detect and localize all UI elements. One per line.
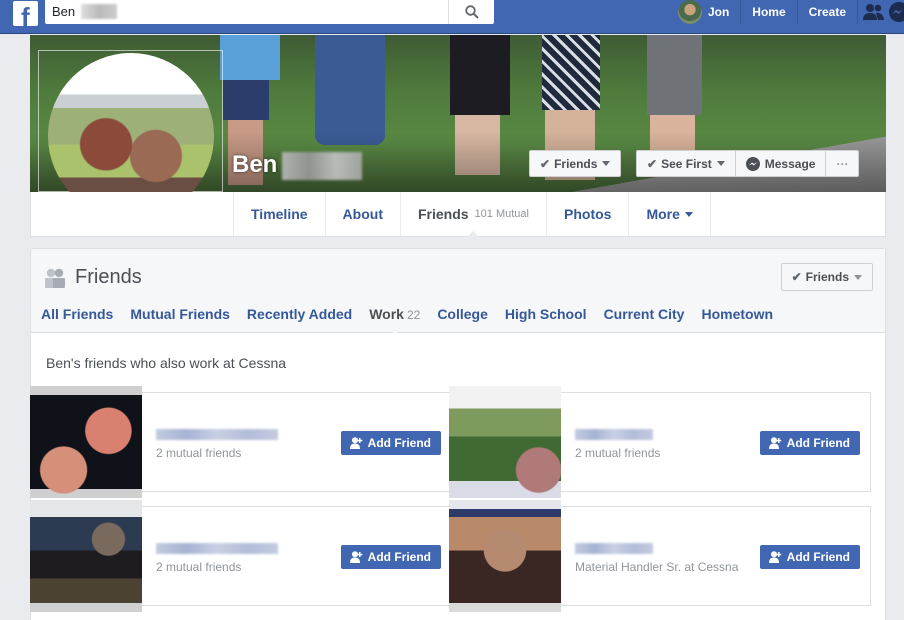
friend-subtitle: Material Handler Sr. at Cessna — [575, 560, 739, 574]
subtab-hometown[interactable]: Hometown — [701, 306, 773, 322]
cover-figure — [315, 35, 385, 145]
facebook-logo[interactable]: f — [13, 1, 38, 26]
caret-down-icon — [602, 161, 611, 166]
cover-figure — [450, 35, 510, 115]
add-friend-button[interactable]: Add Friend — [759, 431, 860, 455]
add-friend-icon — [349, 437, 362, 449]
add-friend-icon — [768, 551, 781, 563]
check-icon: ✔ — [647, 156, 658, 171]
messenger-icon — [745, 156, 760, 171]
timeline-navigation: Timeline About Friends 101 Mutual Photos … — [30, 192, 886, 237]
search-input[interactable]: Ben — [45, 0, 494, 24]
cover-figure — [223, 80, 269, 120]
friends-toggle-button[interactable]: ✔ Friends — [780, 263, 873, 291]
profile-name: Ben — [232, 151, 278, 178]
friend-subtitle: 2 mutual friends — [156, 446, 242, 460]
friend-card: 2 mutual friends Add Friend — [30, 386, 452, 498]
friend-card: 2 mutual friends Add Friend — [30, 500, 452, 612]
profile-action-group: ✔ See First Message ··· — [636, 150, 860, 177]
add-friend-icon — [768, 437, 781, 449]
check-icon: ✔ — [540, 156, 551, 171]
friend-card: Material Handler Sr. at Cessna Add Frien… — [449, 500, 871, 612]
messenger-icon — [889, 2, 904, 22]
top-navigation-bar: f Ben Jon Home Create — [0, 0, 904, 34]
search-query[interactable]: Ben — [52, 4, 75, 19]
subtab-college[interactable]: College — [437, 306, 488, 322]
cover-figure — [220, 35, 280, 80]
redacted-friend-name[interactable] — [575, 543, 653, 554]
cover-figure — [647, 35, 702, 115]
create-link[interactable]: Create — [798, 0, 858, 24]
cover-figure — [542, 35, 600, 110]
friends-panel: Friends ✔ Friends All Friends Mutual Fri… — [30, 248, 886, 620]
section-description: Ben's friends who also work at Cessna — [46, 355, 287, 371]
search-icon — [464, 5, 479, 19]
see-first-button[interactable]: ✔ See First — [637, 151, 736, 176]
friends-icon — [45, 268, 65, 288]
redacted-friend-name[interactable] — [156, 543, 278, 554]
friends-header: Friends ✔ Friends All Friends Mutual Fri… — [31, 249, 885, 337]
friend-photo[interactable] — [30, 500, 142, 612]
friend-card: 2 mutual friends Add Friend — [449, 386, 871, 498]
friend-photo[interactable] — [30, 386, 142, 498]
more-options-button[interactable]: ··· — [826, 151, 858, 176]
tab-timeline[interactable]: Timeline — [233, 192, 325, 236]
tab-friends[interactable]: Friends 101 Mutual — [399, 192, 546, 237]
add-friend-button[interactable]: Add Friend — [340, 431, 441, 455]
caret-down-icon — [684, 211, 693, 217]
message-button[interactable]: Message — [736, 151, 827, 176]
add-friend-icon — [349, 551, 362, 563]
friend-requests-button[interactable] — [858, 0, 888, 24]
friend-subtitle: 2 mutual friends — [156, 560, 242, 574]
subtab-mutual-friends[interactable]: Mutual Friends — [130, 306, 230, 322]
home-link[interactable]: Home — [741, 0, 798, 24]
profile-link[interactable]: Jon — [667, 0, 742, 24]
redacted-surname — [81, 4, 117, 19]
caret-down-icon — [854, 274, 862, 280]
messenger-button[interactable] — [888, 0, 904, 24]
add-friend-button[interactable]: Add Friend — [340, 545, 441, 569]
friend-photo[interactable] — [449, 500, 561, 612]
friends-status-button[interactable]: ✔ Friends — [529, 150, 622, 177]
section-title: Friends — [75, 266, 142, 288]
profile-picture[interactable] — [38, 50, 224, 219]
user-name: Jon — [707, 5, 730, 19]
subtab-current-city[interactable]: Current City — [604, 306, 685, 322]
tab-photos[interactable]: Photos — [546, 192, 628, 236]
search-button[interactable] — [448, 0, 494, 24]
redacted-surname — [282, 152, 362, 180]
friend-photo[interactable] — [449, 386, 561, 498]
work-count: 22 — [406, 308, 421, 322]
mutual-count: 101 Mutual — [474, 208, 529, 220]
add-friend-button[interactable]: Add Friend — [759, 545, 860, 569]
subtab-high-school[interactable]: High School — [505, 306, 587, 322]
friend-subtitle: 2 mutual friends — [575, 446, 661, 460]
subtab-all-friends[interactable]: All Friends — [41, 306, 113, 322]
tab-more[interactable]: More — [628, 192, 711, 236]
caret-down-icon — [716, 161, 725, 166]
avatar — [677, 0, 702, 24]
check-icon: ✔ — [791, 270, 802, 284]
ellipsis-icon: ··· — [836, 156, 849, 171]
tab-about[interactable]: About — [324, 192, 400, 236]
redacted-friend-name[interactable] — [575, 429, 653, 440]
friend-requests-icon — [863, 4, 884, 20]
subtab-recently-added[interactable]: Recently Added — [247, 306, 352, 322]
subtab-work[interactable]: Work 22 — [369, 306, 421, 337]
redacted-friend-name[interactable] — [156, 429, 278, 440]
